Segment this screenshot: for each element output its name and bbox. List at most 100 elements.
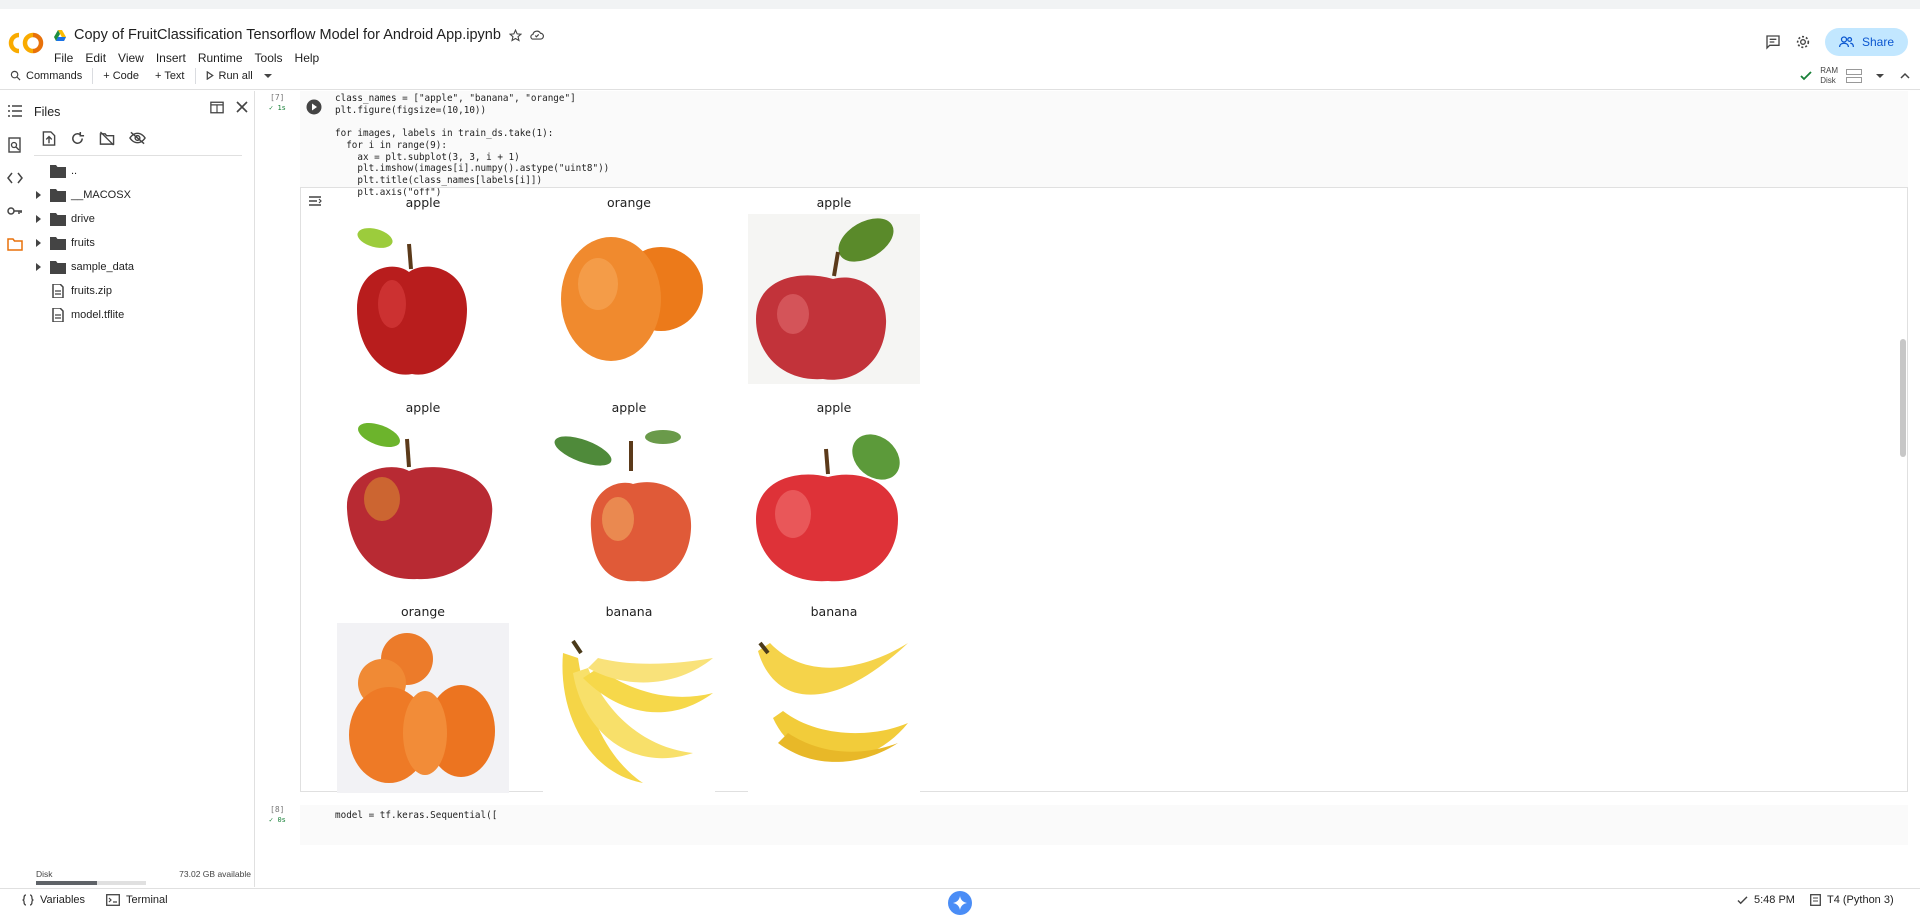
close-icon[interactable]: [236, 101, 248, 113]
code-line: plt.figure(figsize=(10,10)): [335, 104, 487, 116]
notebook-scrollbar[interactable]: [1900, 339, 1906, 457]
hide-files-icon[interactable]: [129, 131, 146, 145]
apple-image: [543, 419, 715, 589]
banana-image: [543, 623, 715, 793]
colab-logo[interactable]: [8, 31, 44, 55]
open-in-tab-icon[interactable]: [210, 101, 224, 114]
image-title: orange: [401, 604, 445, 619]
caret-right-icon[interactable]: [34, 239, 42, 247]
chevron-down-icon[interactable]: [263, 73, 272, 79]
image-title: banana: [605, 604, 653, 619]
drive-icon[interactable]: [54, 29, 66, 41]
code-editor-text[interactable]: class_names = ["apple", "banana", "orang…: [335, 93, 609, 198]
apple-image: [748, 419, 920, 589]
notebook-toolbar: Commands + Code + Text Run all RAM Disk: [0, 62, 1920, 90]
code-line: for i in range(9):: [335, 139, 447, 151]
output-actions-icon[interactable]: [308, 195, 322, 207]
notebook-title[interactable]: Copy of FruitClassification Tensorflow M…: [74, 27, 501, 43]
disk-usage-label: Disk: [36, 869, 53, 879]
tree-item-macosx[interactable]: __MACOSX: [30, 183, 250, 207]
apple-image: [337, 214, 509, 384]
share-label: Share: [1861, 35, 1894, 49]
notebook-area: [7] ✓ 1s class_names = ["apple", "banana…: [256, 91, 1910, 887]
orange-image: [543, 214, 715, 384]
files-panel-title: Files: [34, 105, 61, 119]
files-folder-icon[interactable]: [7, 236, 23, 252]
top-bar: Copy of FruitClassification Tensorflow M…: [0, 0, 1920, 65]
unmount-drive-icon[interactable]: [99, 131, 115, 146]
upload-file-icon[interactable]: [42, 131, 56, 146]
secrets-key-icon[interactable]: [7, 203, 23, 219]
tree-item-sample-data[interactable]: sample_data: [30, 255, 250, 279]
find-replace-icon[interactable]: [7, 137, 23, 153]
table-of-contents-icon[interactable]: [7, 103, 23, 119]
settings-icon[interactable]: [1795, 34, 1811, 50]
caret-right-icon[interactable]: [34, 191, 42, 199]
cell-exec-time: 1s: [277, 104, 286, 112]
code-line: class_names = ["apple", "banana", "orang…: [335, 93, 576, 104]
code-cell-editor[interactable]: [300, 805, 1908, 845]
execution-status[interactable]: 5:48 PM: [1737, 894, 1795, 906]
commands-button[interactable]: Commands: [10, 70, 82, 82]
status-bar: Variables Terminal 5:48 PM T4 (Python 3): [0, 888, 1920, 915]
ram-bar: [1846, 69, 1862, 75]
image-title: apple: [611, 400, 647, 415]
run-all-label: Run all: [218, 69, 253, 82]
terminal-button[interactable]: Terminal: [106, 894, 168, 906]
ram-disk-bars: [1846, 69, 1862, 83]
comment-icon[interactable]: [1765, 34, 1781, 50]
cell-exec-count: [8]: [270, 805, 285, 814]
tree-item-model-tflite[interactable]: model.tflite: [30, 303, 250, 327]
star-icon[interactable]: [508, 28, 522, 42]
cell-exec-status: ✓ 1s: [269, 104, 286, 112]
resource-indicator[interactable]: RAM Disk: [1800, 66, 1910, 86]
collapse-up-icon[interactable]: [1900, 72, 1910, 80]
tree-item-fruits[interactable]: fruits: [30, 231, 250, 255]
tree-item-fruits-zip[interactable]: fruits.zip: [30, 279, 250, 303]
search-icon: [10, 70, 21, 81]
add-code-button[interactable]: + Code: [103, 70, 139, 82]
image-title: apple: [405, 400, 441, 415]
image-tile-8: banana: [543, 604, 715, 793]
run-cell-button[interactable]: [306, 99, 322, 115]
cloud-saved-icon[interactable]: [530, 29, 544, 41]
image-tile-4: apple: [337, 400, 509, 589]
cell-exec-status: ✓ 0s: [269, 816, 286, 824]
gemini-button[interactable]: [948, 891, 972, 915]
terminal-label: Terminal: [126, 894, 168, 906]
add-text-button[interactable]: + Text: [155, 70, 184, 82]
image-tile-6: apple: [748, 400, 920, 589]
image-tile-2: orange: [543, 195, 715, 384]
chevron-down-icon[interactable]: [1876, 73, 1884, 79]
runtime-status[interactable]: T4 (Python 3): [1810, 894, 1894, 906]
caret-right-icon[interactable]: [34, 263, 42, 271]
terminal-icon: [106, 894, 120, 906]
image-title: banana: [810, 604, 858, 619]
share-button[interactable]: Share: [1824, 28, 1908, 56]
image-title: apple: [816, 400, 852, 415]
variables-button[interactable]: Variables: [22, 894, 85, 906]
disk-label: Disk: [1820, 76, 1836, 85]
caret-right-icon[interactable]: [34, 215, 42, 223]
image-tile-7: orange: [337, 604, 509, 793]
tree-item-label: model.tflite: [71, 309, 125, 321]
tree-item-parent[interactable]: ..: [30, 159, 250, 183]
refresh-icon[interactable]: [70, 131, 85, 146]
variables-braces-icon: [22, 894, 34, 906]
image-tile-1: apple: [337, 195, 509, 384]
disk-available-text: 73.02 GB available: [179, 869, 251, 879]
tree-item-drive[interactable]: drive: [30, 207, 250, 231]
code-snippets-icon[interactable]: [7, 170, 23, 186]
disk-usage-bar: [36, 881, 146, 885]
disk-usage-fill: [36, 881, 97, 885]
image-tile-9: banana: [748, 604, 920, 793]
tree-item-label: __MACOSX: [71, 189, 131, 201]
ram-disk-labels: RAM Disk: [1820, 66, 1838, 86]
folder-icon: [50, 165, 66, 178]
code-editor-text[interactable]: model = tf.keras.Sequential([: [335, 810, 497, 822]
apple-image: [748, 214, 920, 384]
file-tree: .. __MACOSX drive fruits sample_data fru…: [30, 159, 250, 327]
toolbar-divider: [92, 67, 94, 84]
tree-item-label: drive: [71, 213, 95, 225]
run-all-button[interactable]: Run all: [206, 70, 272, 82]
